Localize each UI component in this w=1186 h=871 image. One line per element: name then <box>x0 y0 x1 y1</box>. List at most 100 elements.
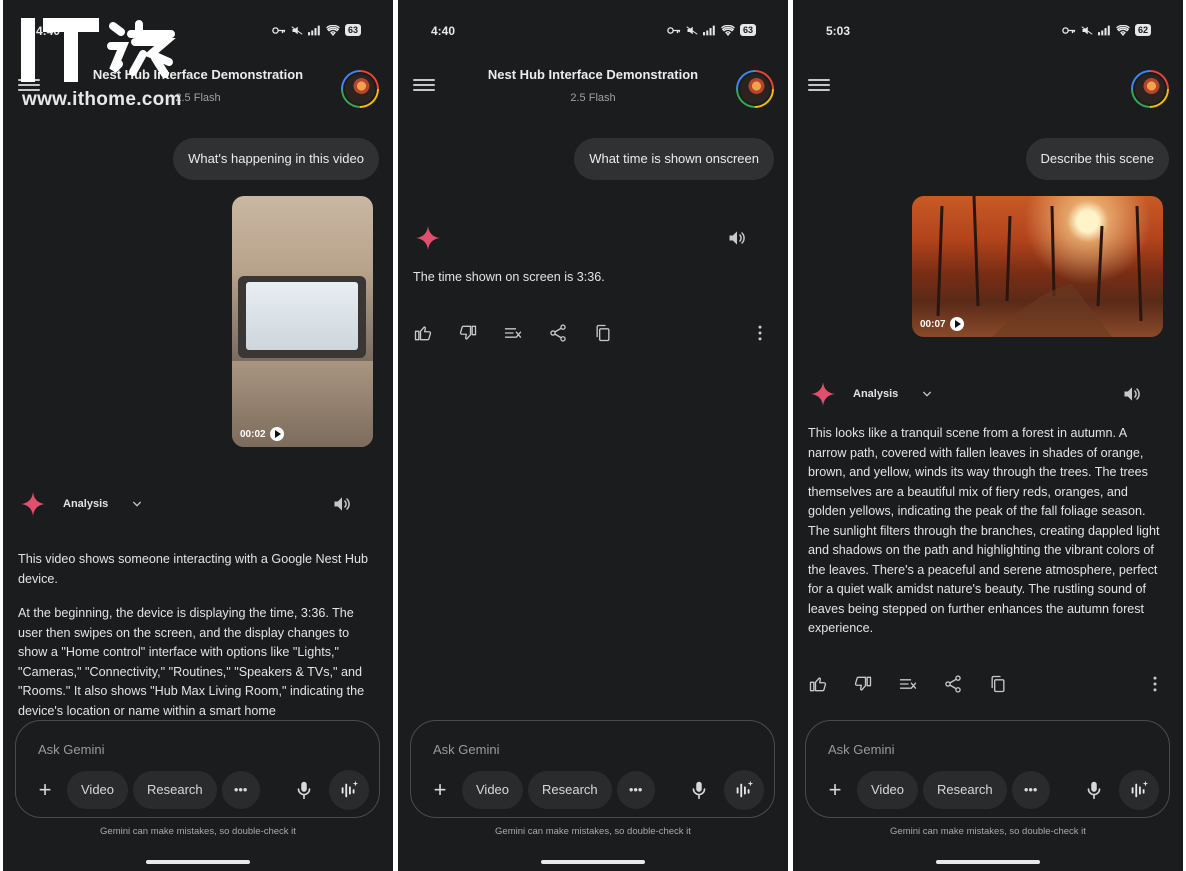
research-chip[interactable]: Research <box>923 771 1007 809</box>
speaker-icon[interactable] <box>727 228 747 248</box>
thumbs-down-icon[interactable] <box>458 323 478 343</box>
play-icon <box>269 427 284 441</box>
response-actions <box>808 672 1165 696</box>
disclaimer: Gemini can make mistakes, so double-chec… <box>100 826 296 837</box>
home-indicator[interactable] <box>541 860 645 864</box>
battery-indicator: 62 <box>1134 24 1151 36</box>
more-horiz-icon[interactable]: ••• <box>1011 771 1050 809</box>
user-prompt-bubble: Describe this scene <box>1025 138 1169 180</box>
modify-response-icon[interactable] <box>503 323 523 343</box>
prompt-input-box[interactable]: Ask Gemini + Video Research ••• <box>410 720 775 818</box>
forest-trees <box>936 196 1143 337</box>
wifi-icon <box>1116 25 1130 36</box>
modify-response-icon[interactable] <box>898 674 918 694</box>
ask-gemini-input[interactable]: Ask Gemini <box>38 742 104 757</box>
research-chip[interactable]: Research <box>528 771 612 809</box>
research-chip[interactable]: Research <box>133 771 217 809</box>
status-bar: 4:40 63 <box>398 0 788 60</box>
ithome-logo <box>21 18 176 82</box>
speaker-icon[interactable] <box>1122 384 1142 404</box>
response-text: The time shown on screen is 3:36. <box>413 268 773 303</box>
ask-gemini-input[interactable]: Ask Gemini <box>828 742 894 757</box>
plus-icon[interactable]: + <box>423 771 457 809</box>
more-vert-icon[interactable] <box>750 323 770 343</box>
plus-icon[interactable]: + <box>28 771 62 809</box>
user-prompt-bubble: What's happening in this video <box>173 138 379 180</box>
mic-icon[interactable] <box>1079 775 1109 805</box>
gemini-spark-icon <box>20 491 46 517</box>
video-chip[interactable]: Video <box>462 771 524 809</box>
thumbs-down-icon[interactable] <box>853 674 873 694</box>
avatar[interactable] <box>341 70 379 108</box>
analysis-label[interactable]: Analysis <box>853 388 898 400</box>
share-icon[interactable] <box>943 674 963 694</box>
chevron-down-icon[interactable] <box>922 389 932 399</box>
gemini-spark-icon <box>415 225 441 251</box>
gemini-spark-icon <box>810 381 836 407</box>
response-paragraph: The time shown on screen is 3:36. <box>413 270 605 284</box>
more-horiz-icon[interactable]: ••• <box>221 771 260 809</box>
model-label[interactable]: 2.5 Flash <box>398 92 788 104</box>
speaker-icon[interactable] <box>332 494 352 514</box>
video-duration: 00:02 <box>240 427 284 441</box>
wifi-icon <box>326 25 340 36</box>
play-icon <box>949 317 964 331</box>
input-chips: + Video Research ••• <box>28 770 369 810</box>
thumbs-up-icon[interactable] <box>413 323 433 343</box>
copy-icon[interactable] <box>593 323 613 343</box>
response-paragraph: This looks like a tranquil scene from a … <box>808 426 1160 635</box>
signal-icon <box>1098 25 1111 36</box>
ask-gemini-input[interactable]: Ask Gemini <box>433 742 499 757</box>
response-text: This looks like a tranquil scene from a … <box>808 424 1168 654</box>
video-chip[interactable]: Video <box>857 771 919 809</box>
live-icon[interactable] <box>1119 770 1159 810</box>
status-time: 5:03 <box>826 24 851 38</box>
response-actions <box>413 321 770 345</box>
input-chips: + Video Research ••• <box>423 770 764 810</box>
disclaimer: Gemini can make mistakes, so double-chec… <box>495 826 691 837</box>
status-icons: 63 <box>667 24 756 36</box>
home-indicator[interactable] <box>146 860 250 864</box>
mute-icon <box>686 25 698 36</box>
key-icon <box>667 25 681 36</box>
video-chip[interactable]: Video <box>67 771 129 809</box>
battery-indicator: 63 <box>344 24 361 36</box>
battery-indicator: 63 <box>739 24 756 36</box>
avatar[interactable] <box>1131 70 1169 108</box>
nest-hub-screen <box>246 282 358 350</box>
status-icons: 62 <box>1062 24 1151 36</box>
phone-screen-3: 5:03 62 Describe this scene 00:07 Analys… <box>793 0 1183 871</box>
key-icon <box>1062 25 1076 36</box>
copy-icon[interactable] <box>988 674 1008 694</box>
analysis-label[interactable]: Analysis <box>63 498 108 510</box>
wifi-icon <box>721 25 735 36</box>
video-thumbnail[interactable]: 00:07 <box>912 196 1163 337</box>
ithome-url: www.ithome.com <box>22 89 182 110</box>
more-horiz-icon[interactable]: ••• <box>616 771 655 809</box>
plus-icon[interactable]: + <box>818 771 852 809</box>
share-icon[interactable] <box>548 323 568 343</box>
response-paragraph-2: At the beginning, the device is displayi… <box>18 606 365 718</box>
prompt-input-box[interactable]: Ask Gemini + Video Research ••• <box>805 720 1170 818</box>
live-icon[interactable] <box>329 770 369 810</box>
status-time: 4:40 <box>431 24 456 38</box>
phone-screen-2: 4:40 63 Nest Hub Interface Demonstration… <box>398 0 788 871</box>
thumbs-up-icon[interactable] <box>808 674 828 694</box>
more-vert-icon[interactable] <box>1145 674 1165 694</box>
mic-icon[interactable] <box>684 775 714 805</box>
home-indicator[interactable] <box>936 860 1040 864</box>
video-thumbnail[interactable]: 00:02 <box>232 196 373 447</box>
mic-icon[interactable] <box>289 775 319 805</box>
prompt-input-box[interactable]: Ask Gemini + Video Research ••• <box>15 720 380 818</box>
disclaimer: Gemini can make mistakes, so double-chec… <box>890 826 1086 837</box>
chat-title[interactable]: Nest Hub Interface Demonstration <box>398 67 788 82</box>
status-bar: 5:03 62 <box>793 0 1183 60</box>
user-prompt-bubble: What time is shown onscreen <box>574 138 774 180</box>
avatar[interactable] <box>736 70 774 108</box>
menu-icon[interactable] <box>808 76 830 98</box>
chevron-down-icon[interactable] <box>132 499 142 509</box>
live-icon[interactable] <box>724 770 764 810</box>
response-paragraph-1: This video shows someone interacting wit… <box>18 552 369 586</box>
video-duration: 00:07 <box>920 317 964 331</box>
status-icons: 63 <box>272 24 361 36</box>
